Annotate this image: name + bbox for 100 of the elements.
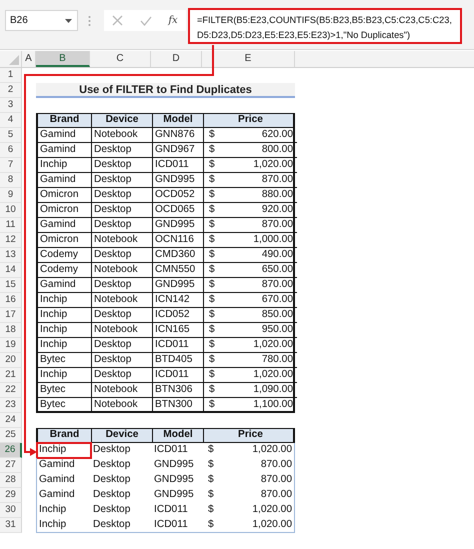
row-header[interactable]: 11: [0, 218, 22, 233]
table-cell: GND967: [153, 143, 204, 158]
table-cell: Desktop: [92, 143, 153, 158]
table-cell: Notebook: [92, 323, 153, 338]
row-header[interactable]: 8: [0, 173, 22, 188]
row-header[interactable]: 23: [0, 398, 22, 413]
table-cell-text: Desktop: [92, 473, 132, 487]
column-header[interactable]: D: [151, 51, 202, 67]
column-header[interactable]: B: [36, 51, 90, 67]
table-cell: GNN876: [153, 128, 204, 143]
row-header[interactable]: 16: [0, 293, 22, 308]
table-cell: Gamind: [38, 173, 92, 188]
table-cell-text: GND995: [153, 458, 195, 472]
row-header[interactable]: 21: [0, 368, 22, 383]
row-header[interactable]: 28: [0, 473, 22, 488]
table-cell: ICD052: [153, 308, 204, 323]
table-cell-text: Desktop: [92, 458, 132, 472]
table-cell-text: Inchip: [38, 518, 68, 532]
row-header[interactable]: 25: [0, 428, 22, 443]
table-cell: Inchip: [38, 293, 92, 308]
table-cell-text: GND995: [153, 488, 195, 502]
table-cell: Bytec: [38, 383, 92, 398]
table-cell: ICN165: [153, 323, 204, 338]
column-header[interactable]: C: [90, 51, 151, 67]
row-header[interactable]: 18: [0, 323, 22, 338]
drag-handle-icon[interactable]: [88, 15, 91, 27]
table-cell: GND995: [153, 218, 204, 233]
table-cell: Notebook: [92, 293, 153, 308]
table-cell-text: $ 870.00: [207, 458, 293, 472]
table-cell: $ 870.00: [204, 173, 297, 188]
table-cell: Inchip: [38, 158, 92, 173]
table-cell: $ 780.00: [204, 353, 297, 368]
row-header[interactable]: 27: [0, 458, 22, 473]
table-cell: Notebook: [92, 398, 153, 412]
row-header[interactable]: 2: [0, 83, 22, 98]
column-heading: Brand: [38, 429, 92, 442]
name-box[interactable]: B26: [5, 10, 78, 31]
table-cell: Gamind: [38, 128, 92, 143]
column-heading: Device: [92, 429, 153, 442]
table-cell: Notebook: [92, 128, 153, 143]
table-cell: OCD052: [153, 188, 204, 203]
table-cell: ICD011: [153, 338, 204, 353]
table-cell-text: Desktop: [92, 443, 132, 457]
row-header[interactable]: 9: [0, 188, 22, 203]
table-cell-text: $ 1,020.00: [207, 503, 293, 517]
formula-field[interactable]: =FILTER(B5:E23,COUNTIFS(B5:B23,B5:B23,C5:C23,C5:C23, D5:D23,D5:D23,E5:E23,E5:E23)>1,"No Duplicates"): [188, 8, 462, 44]
row-header[interactable]: 22: [0, 383, 22, 398]
row-header[interactable]: 31: [0, 518, 22, 533]
row-header[interactable]: 1: [0, 68, 22, 83]
table-cell: BTN300: [153, 398, 204, 412]
column-heading: Model: [153, 114, 204, 127]
table-cell: OCN116: [153, 233, 204, 248]
table-cell: CMD360: [153, 248, 204, 263]
column-heading: Price: [237, 114, 264, 127]
table-cell-text: Desktop: [92, 503, 132, 517]
row-header[interactable]: 19: [0, 338, 22, 353]
table-cell: $ 670.00: [204, 293, 297, 308]
row-header[interactable]: 6: [0, 143, 22, 158]
row-header[interactable]: 10: [0, 203, 22, 218]
row-header[interactable]: 26: [0, 443, 22, 458]
row-header[interactable]: 7: [0, 158, 22, 173]
row-header[interactable]: 15: [0, 278, 22, 293]
table-cell: Desktop: [92, 368, 153, 383]
select-all-icon[interactable]: [9, 55, 19, 65]
table-cell: Inchip: [37, 443, 91, 458]
row-header[interactable]: 29: [0, 488, 22, 503]
row-header[interactable]: 24: [0, 413, 22, 428]
checkmark-icon[interactable]: [140, 16, 152, 26]
table-cell: $ 950.00: [204, 323, 297, 338]
table-cell: Desktop: [92, 278, 153, 293]
insert-function-button[interactable]: fx: [168, 15, 178, 26]
table-cell-text: Gamind: [38, 458, 76, 472]
row-header[interactable]: 17: [0, 308, 22, 323]
row-header[interactable]: 30: [0, 503, 22, 518]
row-header[interactable]: 13: [0, 248, 22, 263]
table-cell: ICD011: [153, 368, 204, 383]
column-header[interactable]: E: [202, 51, 295, 67]
table-cell: $ 850.00: [204, 308, 297, 323]
table-cell-text: Gamind: [38, 488, 76, 502]
table-cell: $ 1,000.00: [204, 233, 297, 248]
table-cell: Desktop: [92, 188, 153, 203]
table-cell: Gamind: [38, 278, 92, 293]
table-cell-text: GND995: [153, 473, 195, 487]
table-cell: Inchip: [38, 338, 92, 353]
row-header[interactable]: 5: [0, 128, 22, 143]
close-icon[interactable]: [112, 15, 124, 26]
row-header[interactable]: 14: [0, 263, 22, 278]
row-header[interactable]: 4: [0, 113, 22, 128]
table-cell: Desktop: [92, 203, 153, 218]
table-cell: Bytec: [38, 353, 92, 368]
row-header[interactable]: 20: [0, 353, 22, 368]
table-cell-text: $ 1,020.00: [207, 443, 293, 457]
table-cell: $ 870.00: [204, 218, 297, 233]
table-cell: Desktop: [92, 353, 153, 368]
table-cell: $ 490.00: [204, 248, 297, 263]
column-heading: Brand: [38, 114, 92, 127]
row-header[interactable]: 12: [0, 233, 22, 248]
row-header[interactable]: 3: [0, 98, 22, 113]
table-cell: Omicron: [38, 188, 92, 203]
table-cell: Inchip: [38, 323, 92, 338]
